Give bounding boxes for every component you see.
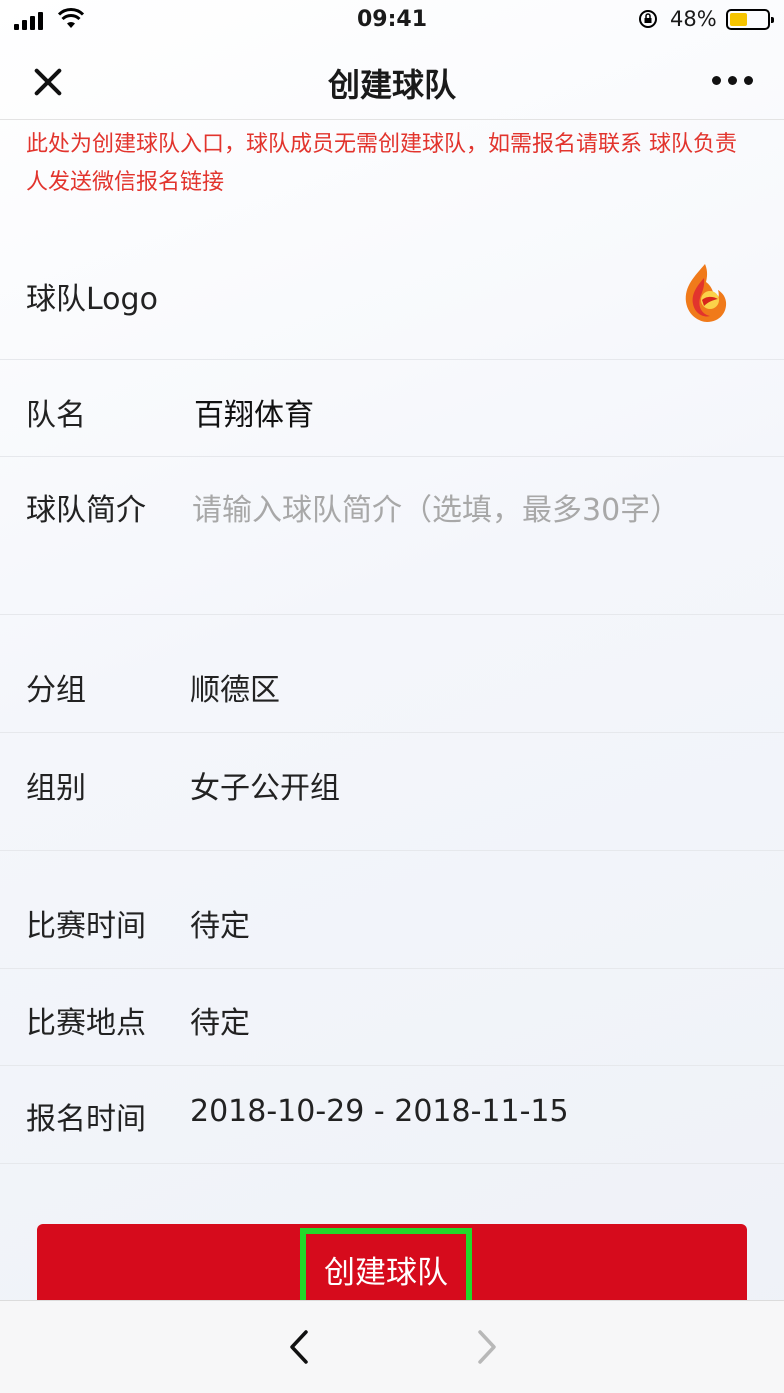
signup-time-row: 报名时间 2018-10-29 - 2018-11-15	[0, 1066, 784, 1164]
rotation-lock-icon	[639, 10, 657, 28]
match-time-row: 比赛时间 待定	[0, 871, 784, 969]
group-row: 分组 顺德区	[0, 635, 784, 733]
category-label: 组别	[26, 771, 86, 806]
team-name-value[interactable]: 百翔体育	[194, 390, 314, 434]
battery-fill	[730, 13, 747, 26]
status-time: 09:41	[356, 7, 428, 32]
match-place-label: 比赛地点	[26, 1006, 146, 1041]
notice-text: 此处为创建球队入口，球队成员无需创建球队，如需报名请联系 球队负责人发送微信报名…	[26, 132, 737, 195]
more-icon[interactable]	[712, 70, 760, 90]
team-intro-input[interactable]: 请输入球队简介（选填，最多30字）	[192, 485, 680, 529]
logo-row[interactable]: 球队Logo	[0, 220, 784, 360]
team-name-label: 队名	[26, 398, 86, 433]
battery-icon	[726, 9, 774, 30]
category-row: 组别 女子公开组	[0, 733, 784, 851]
group-value: 顺德区	[190, 673, 280, 708]
signup-time-value: 2018-10-29 - 2018-11-15	[190, 1094, 569, 1129]
team-intro-row[interactable]: 球队简介 请输入球队简介（选填，最多30字）	[0, 457, 784, 615]
match-time-label: 比赛时间	[26, 909, 146, 944]
signup-time-label: 报名时间	[26, 1102, 146, 1137]
group-label: 分组	[26, 673, 86, 708]
create-team-button-label[interactable]: 创建球队	[300, 1228, 472, 1310]
status-bar: 09:41 48%	[0, 0, 784, 40]
match-place-value: 待定	[190, 1006, 250, 1041]
page-title: 创建球队	[327, 66, 456, 104]
match-time-value: 待定	[190, 909, 250, 944]
chevron-left-icon[interactable]	[282, 1329, 318, 1365]
bottom-toolbar	[0, 1300, 784, 1393]
match-place-row: 比赛地点 待定	[0, 969, 784, 1066]
team-name-row[interactable]: 队名 百翔体育	[0, 360, 784, 457]
nav-bar: 创建球队	[0, 40, 784, 120]
chevron-right-icon[interactable]	[468, 1329, 504, 1365]
team-intro-label: 球队简介	[26, 493, 146, 528]
category-value: 女子公开组	[190, 771, 340, 806]
team-logo[interactable]	[680, 262, 730, 324]
battery-percent: 48%	[670, 7, 717, 31]
logo-label: 球队Logo	[26, 282, 158, 317]
